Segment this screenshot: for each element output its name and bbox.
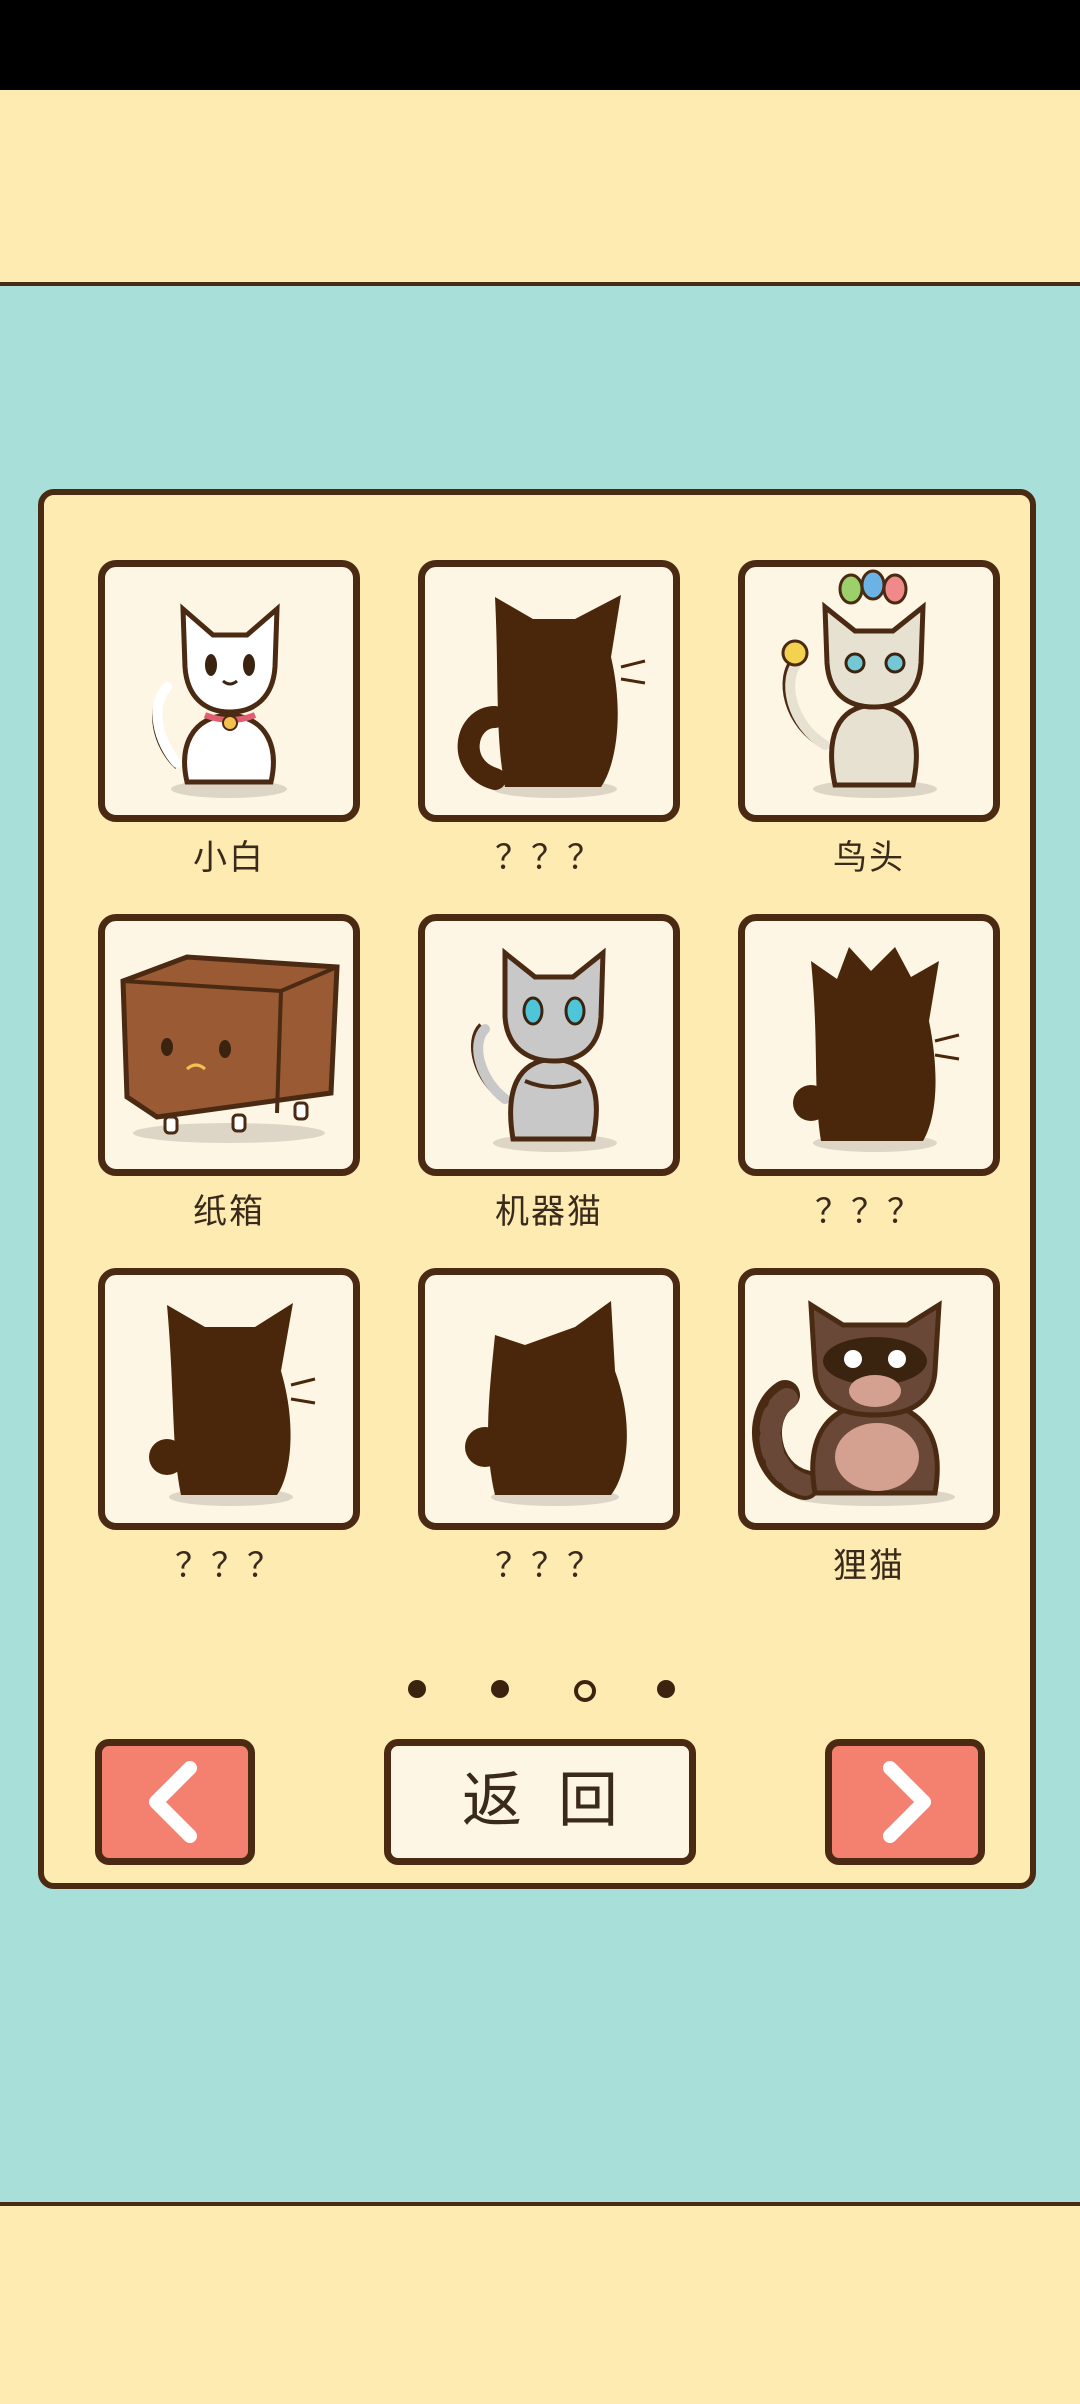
cat-card-locked[interactable] xyxy=(738,914,1000,1176)
page-dot-4[interactable] xyxy=(657,1680,675,1698)
status-bar xyxy=(0,0,1080,90)
chevron-right-icon xyxy=(883,1761,931,1843)
previous-page-button[interactable] xyxy=(95,1739,255,1865)
raccoon-dog-icon xyxy=(752,1300,955,1506)
cat-card-raccoon-dog[interactable] xyxy=(738,1268,1000,1530)
cat-silhouette-icon xyxy=(149,1303,316,1506)
chevron-left-icon xyxy=(149,1761,197,1843)
collection-panel: 小白 ？？？ 鸟头 纸箱 机器猫 ？？？ ？？？ ？？？ 狸猫 xyxy=(38,489,1036,1889)
cat-card-white-cat[interactable] xyxy=(98,560,360,822)
cat-card-locked[interactable] xyxy=(418,1268,680,1530)
cat-name-label: ？？？ xyxy=(175,1546,283,1586)
cat-card-bird-head[interactable] xyxy=(738,560,1000,822)
cat-name-label: ？？？ xyxy=(495,838,603,878)
white-cat-icon xyxy=(152,603,287,798)
cat-card-box[interactable] xyxy=(98,914,360,1176)
cat-name-label: 狸猫 xyxy=(833,1546,905,1586)
back-button[interactable]: 返回 xyxy=(384,1739,696,1865)
page-dot-3-active[interactable] xyxy=(574,1680,596,1702)
cat-name-label: ？？？ xyxy=(495,1546,603,1586)
cat-name-label: ？？？ xyxy=(815,1192,923,1232)
box-cat-icon xyxy=(120,954,340,1143)
bottom-banner xyxy=(0,2202,1080,2404)
robot-cat-icon xyxy=(470,947,617,1152)
cat-silhouette-icon xyxy=(465,1301,627,1506)
cat-name-label: 纸箱 xyxy=(193,1192,265,1232)
cat-name-label: 小白 xyxy=(193,838,265,878)
cat-card-locked[interactable] xyxy=(98,1268,360,1530)
cat-name-label: 鸟头 xyxy=(833,838,905,878)
cat-silhouette-icon xyxy=(457,595,646,798)
bird-head-cat-icon xyxy=(781,569,937,798)
top-banner xyxy=(0,90,1080,286)
cat-silhouette-icon xyxy=(793,947,960,1152)
next-page-button[interactable] xyxy=(825,1739,985,1865)
page-dot-2[interactable] xyxy=(491,1680,509,1698)
cat-name-label: 机器猫 xyxy=(495,1192,603,1232)
page-dot-1[interactable] xyxy=(408,1680,426,1698)
cat-card-locked[interactable] xyxy=(418,560,680,822)
cat-card-robot[interactable] xyxy=(418,914,680,1176)
